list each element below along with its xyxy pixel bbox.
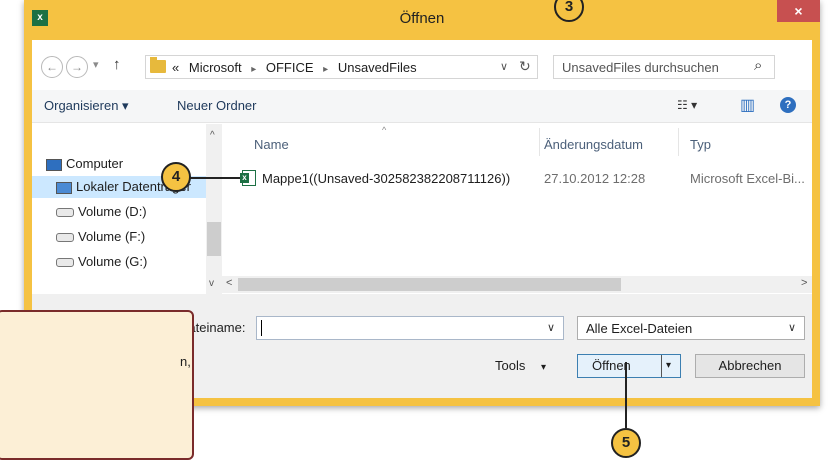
drive-icon xyxy=(56,208,74,218)
breadcrumb-separator[interactable]: ▸ xyxy=(323,64,328,75)
cancel-button[interactable]: Abbrechen xyxy=(695,354,805,378)
nav-item-volume-d[interactable]: Volume (D:) xyxy=(56,204,147,219)
column-header-name[interactable]: Name xyxy=(254,137,289,152)
nav-item-label: Volume (G:) xyxy=(78,254,148,269)
search-box[interactable]: UnsavedFiles durchsuchen ⌕ xyxy=(553,55,775,79)
refresh-icon[interactable]: ↻ xyxy=(519,58,531,75)
column-separator[interactable] xyxy=(539,128,540,156)
search-input[interactable]: UnsavedFiles durchsuchen xyxy=(562,60,719,75)
nav-item-volume-f[interactable]: Volume (F:) xyxy=(56,229,145,244)
drive-icon xyxy=(56,181,72,194)
excel-file-icon xyxy=(240,170,256,186)
address-history-dropdown[interactable]: ∨ xyxy=(500,60,508,73)
organize-menu[interactable]: Organisieren ▾ xyxy=(44,98,129,114)
open-options-icon[interactable]: ▾ xyxy=(666,355,671,377)
breadcrumb: « Microsoft ▸ OFFICE ▸ UnsavedFiles xyxy=(172,60,423,75)
nav-item-label: Volume (D:) xyxy=(78,204,147,219)
column-header-type[interactable]: Typ xyxy=(690,137,711,152)
nav-item-computer[interactable]: Computer xyxy=(46,156,123,171)
breadcrumb-office[interactable]: OFFICE xyxy=(266,60,314,75)
window-title: Öffnen xyxy=(399,10,445,27)
breadcrumb-unsavedfiles[interactable]: UnsavedFiles xyxy=(338,60,417,75)
breadcrumb-microsoft[interactable]: Microsoft xyxy=(189,60,242,75)
command-bar: Organisieren ▾ Neuer Ordner ☷ ▾ ▥ ? xyxy=(32,90,812,123)
callout-4: 4 xyxy=(161,162,191,192)
folder-icon xyxy=(150,57,166,73)
file-row[interactable]: Mappe1((Unsaved-302582382208711126)) 27.… xyxy=(240,168,817,190)
file-list-scrollbar-thumb[interactable] xyxy=(238,278,621,291)
text-cursor xyxy=(261,320,262,336)
tools-dropdown-icon: ▾ xyxy=(540,362,547,373)
title-bar[interactable]: x Öffnen × xyxy=(24,0,820,40)
chevron-down-icon: ∨ xyxy=(788,322,797,334)
nav-item-volume-g[interactable]: Volume (G:) xyxy=(56,254,147,269)
recent-locations-dropdown[interactable]: ▾ xyxy=(93,58,99,71)
scroll-up-arrow-icon[interactable]: ^ xyxy=(210,130,215,141)
address-bar[interactable]: « Microsoft ▸ OFFICE ▸ UnsavedFiles ∨ ↻ xyxy=(145,55,538,79)
new-folder-button[interactable]: Neuer Ordner xyxy=(177,98,256,113)
file-modified: 27.10.2012 12:28 xyxy=(544,171,646,186)
drive-icon xyxy=(56,258,74,268)
nav-item-label: Computer xyxy=(66,156,124,171)
open-button[interactable]: Öffnen ▾ xyxy=(577,354,681,378)
filetype-select[interactable]: Alle Excel-Dateien ∨ xyxy=(577,316,805,340)
drive-icon xyxy=(56,233,74,243)
filename-input[interactable]: ∨ xyxy=(256,316,564,340)
annotation-note-box: n, xyxy=(0,310,194,460)
sort-indicator-icon: ^ xyxy=(382,125,387,135)
scroll-right-arrow-icon[interactable]: > xyxy=(801,277,807,289)
breadcrumb-overflow[interactable]: « xyxy=(172,60,179,75)
view-options-icon[interactable]: ☷ ▾ xyxy=(677,98,697,112)
help-icon[interactable]: ? xyxy=(780,97,796,113)
up-button[interactable]: ↑ xyxy=(113,56,121,73)
column-separator[interactable] xyxy=(678,128,679,156)
filetype-value: Alle Excel-Dateien xyxy=(586,321,693,336)
column-header-modified[interactable]: Änderungsdatum xyxy=(544,137,643,152)
tools-label: Tools xyxy=(495,358,526,373)
split-divider xyxy=(661,355,662,377)
tools-menu[interactable]: Tools ▾ xyxy=(495,358,546,373)
search-icon[interactable]: ⌕ xyxy=(754,57,762,74)
callout-5: 5 xyxy=(611,428,641,458)
nav-scrollbar-thumb[interactable] xyxy=(207,222,221,256)
forward-button[interactable]: → xyxy=(66,56,88,78)
back-button[interactable]: ← xyxy=(41,56,63,78)
nav-item-label: Volume (F:) xyxy=(78,229,146,244)
scroll-left-arrow-icon[interactable]: < xyxy=(226,277,232,289)
callout-5-connector xyxy=(625,362,627,428)
navigation-pane: Computer Lokaler Datenträger Volume (D:)… xyxy=(32,124,222,294)
computer-icon xyxy=(46,158,62,171)
filename-history-dropdown[interactable]: ∨ xyxy=(547,321,555,334)
file-name: Mappe1((Unsaved-302582382208711126)) xyxy=(262,171,511,186)
breadcrumb-separator[interactable]: ▸ xyxy=(251,64,256,75)
nav-scrollbar[interactable] xyxy=(206,124,222,294)
file-type: Microsoft Excel-Bi... xyxy=(690,171,805,186)
note-text-fragment: n, xyxy=(180,354,191,369)
callout-4-connector xyxy=(190,177,240,179)
preview-pane-icon[interactable]: ▥ xyxy=(740,95,755,115)
close-button[interactable]: × xyxy=(777,0,820,22)
scroll-down-arrow-icon[interactable]: v xyxy=(209,278,214,289)
